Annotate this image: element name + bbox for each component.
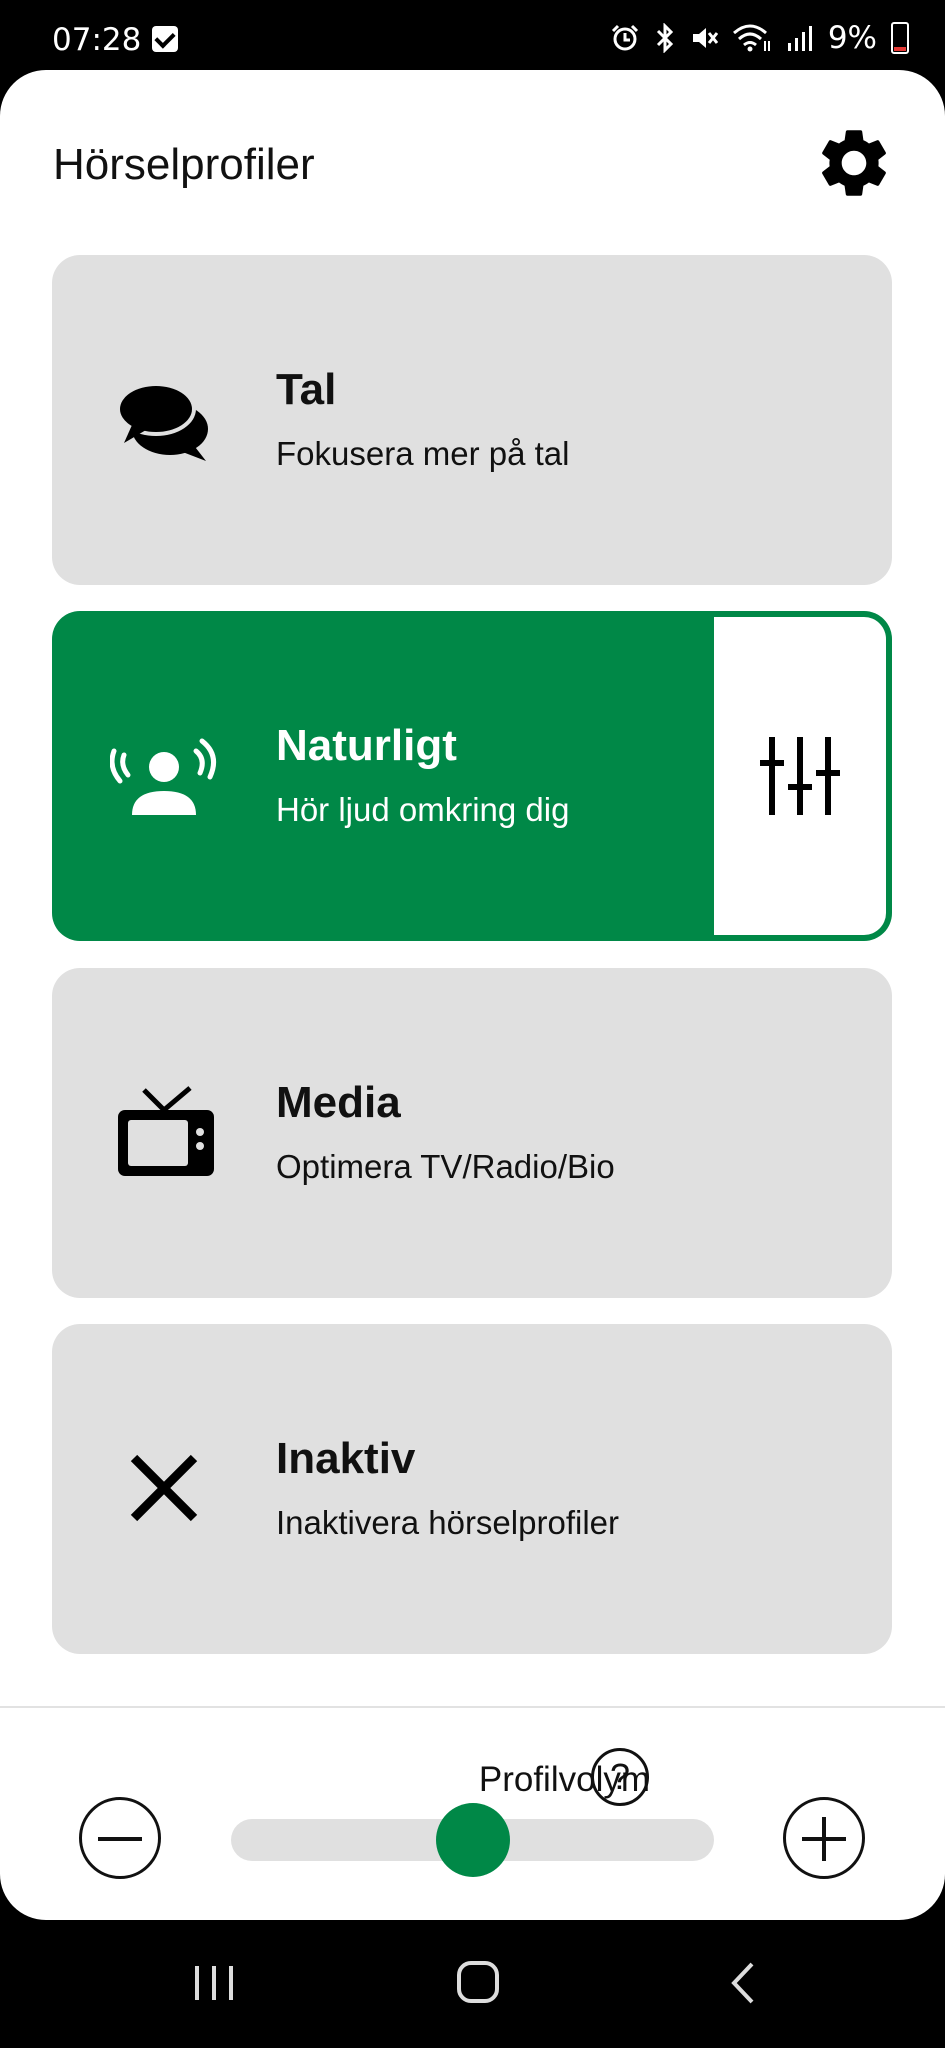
- minus-icon: [98, 1837, 142, 1841]
- home-icon[interactable]: [456, 1960, 500, 2004]
- equalizer-icon: [760, 737, 840, 815]
- profile-name: Naturligt: [276, 721, 457, 770]
- profile-card-media[interactable]: Media Optimera TV/Radio/Bio: [52, 968, 892, 1298]
- status-time: 07:28: [52, 22, 142, 58]
- profile-description: Fokusera mer på tal: [276, 435, 570, 472]
- status-icons: 9%: [610, 20, 909, 56]
- help-icon[interactable]: ?: [591, 1748, 649, 1806]
- profile-card-inaktiv[interactable]: Inaktiv Inaktivera hörselprofiler: [52, 1324, 892, 1654]
- profile-description: Hör ljud omkring dig: [276, 791, 570, 828]
- speech-bubbles-icon: [116, 382, 208, 461]
- close-icon: [130, 1454, 198, 1522]
- checkbox-notification-icon: [152, 26, 178, 52]
- system-nav-bar: [0, 1920, 945, 2048]
- bluetooth-icon: [656, 23, 673, 53]
- profile-name: Media: [276, 1078, 401, 1127]
- battery-percent: 9%: [827, 20, 877, 56]
- mute-icon: [692, 28, 718, 48]
- profile-description: Inaktivera hörselprofiler: [276, 1504, 619, 1541]
- profile-description: Optimera TV/Radio/Bio: [276, 1148, 615, 1185]
- wifi-icon: [732, 24, 770, 52]
- back-icon[interactable]: [728, 1960, 758, 2006]
- volume-increase-button[interactable]: [783, 1797, 865, 1879]
- battery-icon: [891, 22, 909, 54]
- person-sound-icon: [110, 738, 217, 815]
- status-bar: 07:28 9%: [0, 0, 945, 72]
- profile-name: Tal: [276, 365, 337, 414]
- profile-adjust-button[interactable]: [714, 617, 886, 935]
- volume-label: Profilvolym: [478, 1760, 650, 1799]
- volume-decrease-button[interactable]: [79, 1797, 161, 1879]
- alarm-icon: [611, 24, 638, 51]
- gear-icon[interactable]: [813, 122, 895, 204]
- tv-icon: [118, 1086, 214, 1176]
- signal-icon: [787, 26, 812, 51]
- page-title: Hörselprofiler: [53, 140, 315, 189]
- app-screen: Hörselprofiler Tal Fokusera mer på tal N…: [0, 70, 945, 1920]
- profile-card-tal[interactable]: Tal Fokusera mer på tal: [52, 255, 892, 585]
- profile-name: Inaktiv: [276, 1434, 416, 1483]
- volume-slider-thumb[interactable]: [435, 1803, 510, 1877]
- recent-apps-icon[interactable]: [193, 1962, 235, 2004]
- plus-icon-v: [822, 1817, 826, 1861]
- profile-card-naturligt[interactable]: Naturligt Hör ljud omkring dig: [52, 611, 892, 941]
